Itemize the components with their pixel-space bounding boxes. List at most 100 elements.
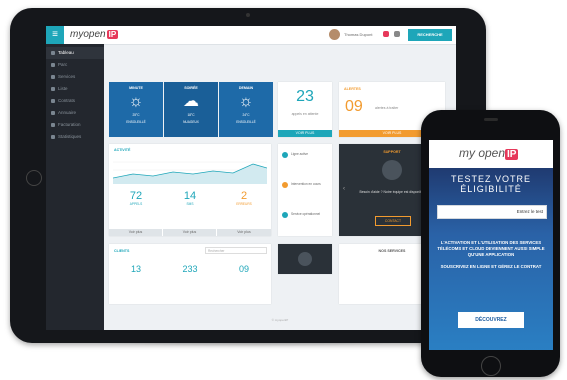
phone-home-button bbox=[481, 356, 501, 376]
park-icon bbox=[51, 63, 55, 67]
alert-icon bbox=[282, 182, 288, 188]
kpi-more-button[interactable]: VOIR PLUS bbox=[278, 130, 332, 137]
phone-header: my open IP bbox=[429, 140, 553, 168]
stat-sms: 14 SMS bbox=[163, 190, 217, 226]
sidebar-item-contracts[interactable]: Contrats bbox=[46, 95, 104, 107]
weather-card-3[interactable]: DEMAIN ☼ 24°C ENSOLEILLÉ bbox=[219, 82, 273, 137]
app-logo: myopen IP bbox=[70, 29, 119, 40]
tablet-camera bbox=[246, 13, 250, 17]
settings-icon[interactable] bbox=[394, 31, 400, 37]
check-icon bbox=[282, 212, 288, 218]
menu-icon[interactable]: ≡ bbox=[46, 26, 64, 44]
stat-label: ERREURS bbox=[236, 202, 252, 206]
weather-title: SOIRÉE bbox=[184, 86, 198, 90]
status-text: Service opérationnel bbox=[291, 212, 321, 216]
alerts-number: 09 bbox=[345, 98, 363, 115]
weather-desc: ENSOLEILLÉ bbox=[126, 119, 146, 124]
sidebar-item-label: Parc bbox=[58, 62, 68, 67]
stat-label: APPELS bbox=[129, 202, 143, 206]
kpi-number: 23 bbox=[296, 88, 314, 105]
top-bar: ≡ myopen IP Thomas Dupont RECHERCHE bbox=[46, 26, 456, 45]
sidebar-item-billing[interactable]: Facturation bbox=[46, 119, 104, 131]
sidebar-item-park[interactable]: Parc bbox=[46, 59, 104, 71]
activity-stats: 72 APPELS 14 SMS 2 ERREURS bbox=[109, 190, 271, 226]
billing-icon bbox=[51, 123, 55, 127]
stat-calls: 72 APPELS bbox=[109, 190, 163, 226]
weather-card-1[interactable]: MINUTE ☼ 25°C ENSOLEILLÉ bbox=[109, 82, 163, 137]
list-icon bbox=[51, 87, 55, 91]
stat-value: 72 bbox=[129, 190, 143, 202]
weather-desc: NUAGEUX bbox=[183, 119, 199, 124]
logo-badge: IP bbox=[106, 30, 119, 39]
stat-value: 14 bbox=[183, 190, 197, 202]
activity-more-button[interactable]: Voir plus bbox=[163, 229, 216, 236]
sidebar-item-label: Services bbox=[58, 74, 76, 79]
status-list: Ligne active Intervention en cours Servi… bbox=[278, 144, 332, 236]
client-value: 09 bbox=[238, 264, 249, 274]
support-button[interactable]: CONTACT bbox=[375, 216, 411, 226]
sidebar-item-label: Tableau bbox=[58, 50, 74, 55]
stat-label: SMS bbox=[186, 202, 194, 206]
sidebar-item-services[interactable]: Services bbox=[46, 71, 104, 83]
stat-value: 2 bbox=[240, 190, 248, 202]
chevron-left-icon[interactable]: ‹ bbox=[343, 186, 345, 192]
stat-errors: 2 ERREURS bbox=[217, 190, 271, 226]
dark-tile bbox=[278, 244, 332, 274]
weather-temp: 24°C bbox=[242, 113, 250, 117]
search-button[interactable]: RECHERCHE bbox=[408, 29, 452, 41]
sidebar-item-label: Liste bbox=[58, 86, 68, 91]
media-icon bbox=[298, 252, 312, 266]
phone-input-placeholder: Entrez le test bbox=[516, 209, 543, 214]
activity-chart bbox=[113, 161, 267, 184]
user-name[interactable]: Thomas Dupont bbox=[344, 32, 372, 37]
activity-title: ACTIVITÉ bbox=[114, 148, 131, 152]
alerts-caption: alertes à traiter bbox=[375, 106, 399, 110]
activity-more-button[interactable]: Voir plus bbox=[217, 229, 271, 236]
weather-temp: 25°C bbox=[132, 113, 140, 117]
discover-button[interactable]: DÉCOUVREZ bbox=[458, 312, 524, 328]
clients-title: CLIENTS bbox=[114, 249, 130, 253]
sidebar-item-dashboard[interactable]: Tableau bbox=[46, 47, 104, 59]
contracts-icon bbox=[51, 99, 55, 103]
sidebar-item-label: Statistiques bbox=[58, 134, 82, 139]
weather-title: DEMAIN bbox=[238, 86, 254, 90]
client-value: 13 bbox=[130, 264, 141, 274]
phone-body-line-2: SOUSCRIVEZ EN LIGNE ET GÉREZ LE CONTRAT bbox=[440, 264, 542, 269]
phone-body-line: L'ACTIVATION ET L'UTILISATION DES SERVIC… bbox=[437, 240, 545, 257]
sidebar-item-label: Facturation bbox=[58, 122, 81, 127]
support-icon bbox=[382, 160, 402, 180]
sidebar-item-stats[interactable]: Statistiques bbox=[46, 131, 104, 143]
sidebar: Tableau Parc Services Liste Contrats Ann… bbox=[46, 44, 104, 330]
clients-search-input[interactable]: Rechercher bbox=[205, 247, 267, 254]
alerts-title: ALERTES bbox=[344, 87, 361, 91]
dashboard-icon bbox=[51, 51, 55, 55]
sidebar-item-label: Annuaire bbox=[58, 110, 77, 115]
kpi-caption: appels en attente bbox=[291, 112, 319, 116]
activity-card: ACTIVITÉ 72 APPELS 14 SMS 2 ERREURS Voir… bbox=[109, 144, 271, 236]
sidebar-item-list[interactable]: Liste bbox=[46, 83, 104, 95]
phone-screen: my open IP TESTEZ VOTRE ÉLIGIBILITÉ Entre… bbox=[429, 140, 553, 350]
logo-prefix: my bbox=[70, 29, 84, 40]
sidebar-item-label: Contrats bbox=[58, 98, 76, 103]
status-text: Ligne active bbox=[291, 152, 309, 156]
sun-icon: ☼ bbox=[128, 93, 144, 110]
avatar[interactable] bbox=[329, 29, 340, 40]
notification-icon[interactable] bbox=[383, 31, 389, 37]
phone-speaker bbox=[484, 118, 498, 121]
kpi-card: 23 appels en attente VOIR PLUS bbox=[278, 82, 332, 137]
phone-heading: TESTEZ VOTRE ÉLIGIBILITÉ bbox=[450, 174, 531, 194]
phone-logo-text: my open bbox=[459, 146, 506, 160]
weather-card-2[interactable]: SOIRÉE ☁ 18°C NUAGEUX bbox=[164, 82, 218, 137]
clients-values: 13 233 09 bbox=[109, 264, 271, 274]
phone-logo-badge: IP bbox=[505, 149, 519, 160]
sidebar-item-directory[interactable]: Annuaire bbox=[46, 107, 104, 119]
tablet-home-button bbox=[26, 170, 42, 186]
client-value: 233 bbox=[182, 264, 198, 274]
sun-icon: ☼ bbox=[238, 93, 254, 110]
phone-eligibility-input[interactable]: Entrez le test bbox=[437, 205, 547, 219]
cloud-sun-icon: ☁ bbox=[183, 93, 199, 110]
directory-icon bbox=[51, 111, 55, 115]
activity-more-button[interactable]: Voir plus bbox=[109, 229, 162, 236]
footer-text: © myopenIP bbox=[271, 318, 289, 322]
support-text: Besoin d'aide ? Notre équipe est disponi… bbox=[359, 190, 425, 194]
